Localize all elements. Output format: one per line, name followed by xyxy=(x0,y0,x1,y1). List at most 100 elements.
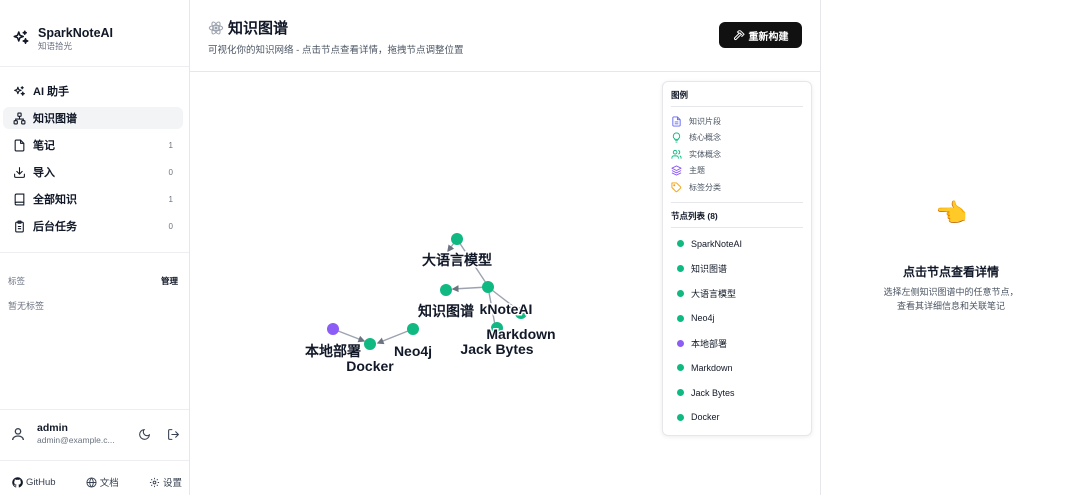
tags-header: 标签 管理 xyxy=(8,275,178,287)
layers-icon xyxy=(671,165,682,176)
divider xyxy=(0,252,189,253)
divider xyxy=(671,201,803,203)
globe-icon xyxy=(86,476,97,488)
node-list-item[interactable]: Docker xyxy=(671,405,803,430)
hammer-icon xyxy=(733,30,745,41)
sidebar-item-label: 后台任务 xyxy=(33,221,77,233)
graph-node-kg[interactable] xyxy=(440,284,452,296)
docs-label: 文档 xyxy=(99,478,119,489)
node-list-label: 本地部署 xyxy=(691,338,728,349)
file-icon xyxy=(14,139,25,151)
graph-node-llm-top[interactable] xyxy=(451,233,463,245)
legend-item-label: 核心概念 xyxy=(689,133,721,143)
graph-label-neo4j: Neo4j xyxy=(394,343,432,359)
atom-icon xyxy=(208,21,224,34)
sidebar-footer: GitHub 文档 设置 xyxy=(12,475,182,489)
sidebar-item-knowledge-graph[interactable]: 知识图谱 xyxy=(3,107,183,129)
node-list-item[interactable]: SparkNoteAI xyxy=(671,232,803,257)
node-dot xyxy=(677,314,684,322)
node-list-title: 节点列表 (8) xyxy=(671,210,803,228)
legend-item-label: 知识片段 xyxy=(689,116,721,126)
legend-item-label: 主题 xyxy=(689,166,705,176)
tag-icon xyxy=(671,182,682,192)
graph-node-neo4j[interactable] xyxy=(407,323,419,335)
sparkles-icon xyxy=(14,85,25,96)
divider xyxy=(0,460,189,461)
graph-node-local-deploy[interactable] xyxy=(327,323,339,335)
sidebar-item-label: 全部知识 xyxy=(33,194,77,206)
brand-subtitle: 知语拾光 xyxy=(38,41,73,51)
settings-link[interactable]: 设置 xyxy=(149,475,182,489)
node-list-label: Neo4j xyxy=(691,313,715,324)
graph-label-docker: Docker xyxy=(346,358,394,374)
github-link[interactable]: GitHub xyxy=(12,477,56,488)
book-icon xyxy=(14,193,25,205)
node-list-label: 知识图谱 xyxy=(691,264,728,275)
graph-label-local: 本地部署 xyxy=(305,343,361,359)
lightbulb-icon xyxy=(672,132,681,143)
graph-node-docker[interactable] xyxy=(364,338,376,350)
download-icon xyxy=(14,166,25,178)
page-title-text: 知识图谱 xyxy=(228,20,289,37)
sparkles-icon xyxy=(12,29,30,50)
manage-tags-button[interactable]: 管理 xyxy=(161,275,178,287)
divider xyxy=(0,66,189,67)
node-list-item[interactable]: Markdown xyxy=(671,355,803,380)
users-icon xyxy=(671,149,682,159)
node-list-item[interactable]: Neo4j xyxy=(671,306,803,331)
sidebar-item-count: 1 xyxy=(168,194,173,204)
page-subtitle: 可视化你的知识网络 - 点击节点查看详情，拖拽节点调整位置 xyxy=(208,45,464,56)
sidebar-nav: AI 助手 知识图谱 笔记 1 导入 0 全部知识 1 后台任务 0 xyxy=(3,80,183,242)
user-card: admin admin@example.c... xyxy=(10,422,180,446)
sidebar-item-all-knowledge[interactable]: 全部知识 1 xyxy=(3,188,183,210)
graph-label-jack-bytes: Jack Bytes xyxy=(460,341,533,357)
brand[interactable]: SparkNoteAI 知语拾光 xyxy=(12,26,113,52)
pointing-hand-icon: 👈 xyxy=(935,198,968,228)
detail-title: 点击节点查看详情 xyxy=(902,265,999,279)
node-list-item[interactable]: Jack Bytes xyxy=(671,380,803,405)
user-icon xyxy=(12,428,24,441)
sidebar-item-label: 知识图谱 xyxy=(33,113,77,125)
sidebar-item-label: AI 助手 xyxy=(33,86,70,98)
sidebar-item-notes[interactable]: 笔记 1 xyxy=(3,134,183,156)
node-list-item[interactable]: 大语言模型 xyxy=(671,281,803,306)
node-list-label: Docker xyxy=(691,412,720,423)
legend-item-label: 标签分类 xyxy=(689,182,721,192)
node-dot xyxy=(677,265,684,273)
node-list-item[interactable]: 本地部署 xyxy=(671,331,803,356)
node-detail-panel: 👈 点击节点查看详情 选择左侧知识图谱中的任意节点， 查看其详细信息和关联笔记 xyxy=(820,0,1080,495)
legend-item: 主题 xyxy=(671,163,803,180)
file-text-icon xyxy=(672,116,681,127)
sidebar-item-label: 导入 xyxy=(33,167,55,179)
github-label: GitHub xyxy=(26,476,56,488)
logout-icon[interactable] xyxy=(167,428,180,441)
node-dot xyxy=(677,364,684,372)
legend-item: 核心概念 xyxy=(671,130,803,147)
user-name: admin xyxy=(37,422,68,434)
node-dot xyxy=(677,240,684,248)
legend-title: 图例 xyxy=(671,89,803,107)
rebuild-button[interactable]: 重新构建 xyxy=(719,22,802,48)
docs-link[interactable]: 文档 xyxy=(86,475,119,489)
graph-node-sparknoteai[interactable] xyxy=(482,281,494,293)
legend-item: 标签分类 xyxy=(671,179,803,196)
node-dot xyxy=(677,339,684,347)
node-list-item[interactable]: 知识图谱 xyxy=(671,256,803,281)
node-list-label: Jack Bytes xyxy=(691,387,735,398)
node-dot xyxy=(677,289,684,297)
detail-line: 查看其详细信息和关联笔记 xyxy=(896,301,1005,311)
sidebar-item-ai-assistant[interactable]: AI 助手 xyxy=(3,80,183,102)
node-list-label: Markdown xyxy=(691,362,733,373)
sidebar-item-background-tasks[interactable]: 后台任务 0 xyxy=(3,215,183,237)
moon-icon[interactable] xyxy=(138,428,151,441)
rebuild-label: 重新构建 xyxy=(748,31,789,43)
detail-description: 选择左侧知识图谱中的任意节点， 查看其详细信息和关联笔记 xyxy=(821,285,1080,313)
main-header: 知识图谱 可视化你的知识网络 - 点击节点查看详情，拖拽节点调整位置 重新构建 xyxy=(190,0,820,72)
sidebar-item-count: 0 xyxy=(168,221,173,231)
node-list-label: 大语言模型 xyxy=(691,288,737,299)
page-title: 知识图谱 xyxy=(208,17,288,38)
settings-label: 设置 xyxy=(162,478,182,489)
sidebar-item-import[interactable]: 导入 0 xyxy=(3,161,183,183)
graph-label-kg: 知识图谱 xyxy=(418,303,474,319)
graph-label-llm: 大语言模型 xyxy=(422,252,492,268)
